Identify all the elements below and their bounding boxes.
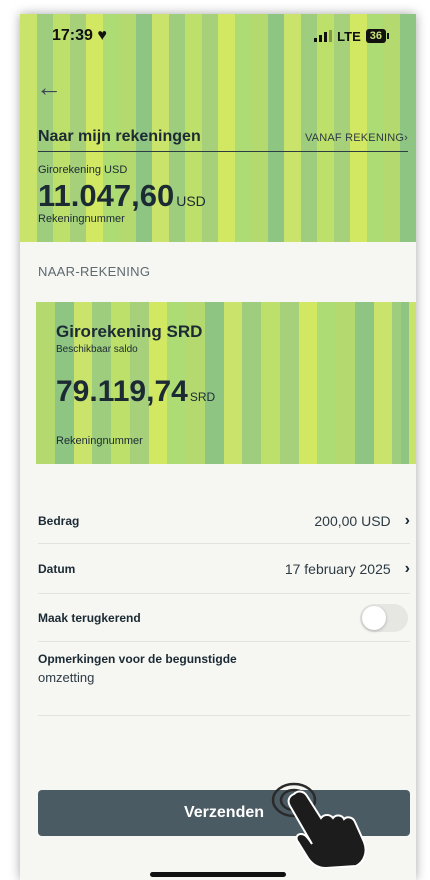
status-indicators: LTE 36 xyxy=(314,28,390,44)
to-account-name: Girorekening SRD xyxy=(56,322,203,341)
chevron-right-icon: › xyxy=(404,131,408,144)
from-account-currency: USD xyxy=(176,193,206,209)
from-account-link[interactable]: VANAF REKENING› xyxy=(305,128,408,146)
remarks-field[interactable]: Opmerkingen voor de begunstigde omzettin… xyxy=(38,642,410,716)
recurring-label: Maak terugkerend xyxy=(38,610,141,625)
from-account-header: Naar mijn rekeningen VANAF REKENING› xyxy=(38,122,408,152)
stripe xyxy=(336,302,355,464)
next-card-peek[interactable] xyxy=(401,302,416,464)
account-header-area: 17:39 ♥ LTE 36 ← Naar mijn rekeningen VA… xyxy=(20,14,416,242)
toggle-knob xyxy=(362,605,386,630)
stripe xyxy=(401,302,409,464)
card-content: Girorekening SRD Beschikbaar saldo 79.11… xyxy=(56,322,215,409)
transfer-form: Bedrag 200,00 USD › Datum 17 february 20… xyxy=(38,486,410,716)
from-account-summary: Girorekening USD 11.047,60 USD Rekeningnu… xyxy=(38,164,206,225)
from-account-balance-line: 11.047,60 USD xyxy=(38,178,206,214)
status-bar: 17:39 ♥ LTE 36 xyxy=(20,14,416,58)
remarks-value: omzetting xyxy=(38,670,95,685)
chevron-right-icon: › xyxy=(404,559,410,577)
chevron-right-icon: › xyxy=(404,511,410,529)
from-account-balance: 11.047,60 xyxy=(38,178,175,213)
page-title: Naar mijn rekeningen xyxy=(38,127,201,145)
amount-value-wrap: 200,00 USD › xyxy=(314,512,410,530)
to-account-balance-line: 79.119,74 SRD xyxy=(56,375,215,409)
recurring-row: Maak terugkerend xyxy=(38,594,410,642)
date-value: 17 february 2025 xyxy=(284,560,391,577)
stripe xyxy=(408,302,416,464)
stripe xyxy=(354,302,374,464)
to-account-section-label: NAAR-REKENING xyxy=(38,264,151,279)
from-account-link-label: VANAF REKENING xyxy=(304,131,405,144)
to-account-number-label: Rekeningnummer xyxy=(56,435,143,447)
amount-value: 200,00 USD xyxy=(314,512,391,529)
to-account-subtitle: Beschikbaar saldo xyxy=(56,344,138,355)
stripe xyxy=(373,302,393,464)
stripe xyxy=(261,302,280,464)
pointing-hand-icon xyxy=(287,790,367,868)
recurring-toggle[interactable] xyxy=(360,603,408,632)
date-row[interactable]: Datum 17 february 2025 › xyxy=(38,544,410,594)
peek-stripe-background xyxy=(401,302,416,464)
date-label: Datum xyxy=(38,561,76,576)
stripe xyxy=(279,302,299,464)
status-time-wrap: 17:39 ♥ xyxy=(52,27,107,45)
phone-screen: 17:39 ♥ LTE 36 ← Naar mijn rekeningen VA… xyxy=(20,14,416,880)
network-label: LTE xyxy=(337,28,361,44)
home-indicator xyxy=(150,872,286,877)
to-account-currency: SRD xyxy=(189,390,216,404)
stripe xyxy=(298,302,318,464)
to-account-card[interactable]: Girorekening SRD Beschikbaar saldo 79.11… xyxy=(36,302,411,464)
date-value-wrap: 17 february 2025 › xyxy=(285,560,410,578)
amount-label: Bedrag xyxy=(38,513,80,528)
remarks-label: Opmerkingen voor de begunstigde xyxy=(38,652,237,666)
stripe xyxy=(242,302,261,464)
signal-icon xyxy=(314,30,333,42)
battery-icon: 36 xyxy=(365,29,390,43)
from-account-number-label: Rekeningnummer xyxy=(38,213,125,225)
to-account-balance: 79.119,74 xyxy=(56,375,188,408)
arrow-left-icon[interactable]: ← xyxy=(36,74,62,100)
stripe xyxy=(36,302,55,464)
heart-icon: ♥ xyxy=(97,27,107,44)
from-account-name: Girorekening USD xyxy=(38,164,128,176)
stripe xyxy=(223,302,243,464)
amount-row[interactable]: Bedrag 200,00 USD › xyxy=(38,498,410,544)
send-button-label: Verzenden xyxy=(183,804,265,821)
status-time: 17:39 xyxy=(52,27,93,44)
stripe xyxy=(317,302,336,464)
